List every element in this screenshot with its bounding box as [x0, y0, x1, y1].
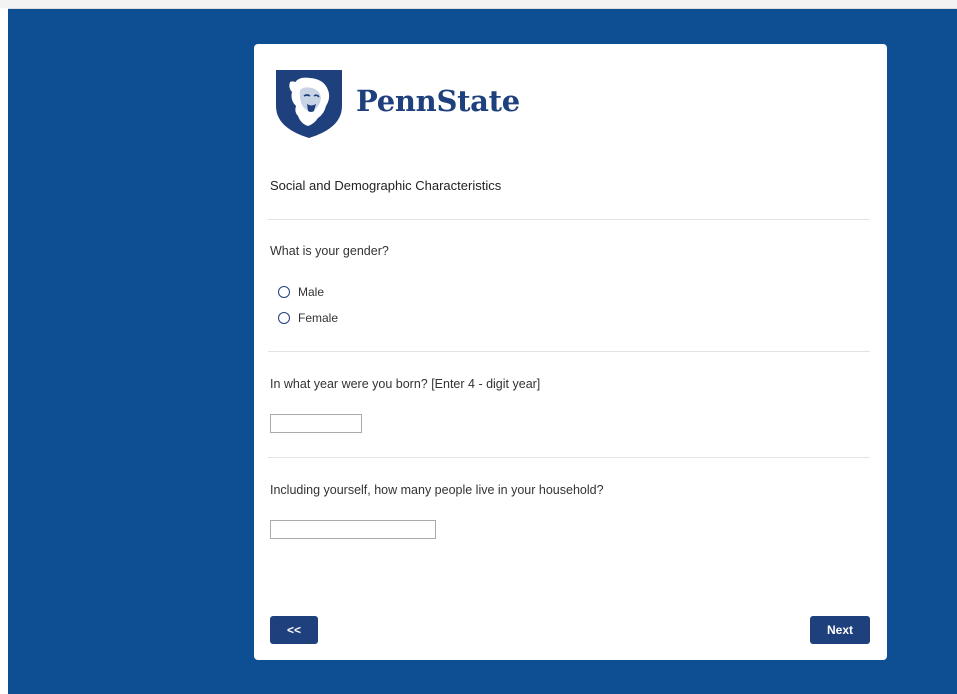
- radio-button-icon[interactable]: [278, 312, 290, 324]
- question-gender-label: What is your gender?: [270, 244, 389, 258]
- browser-left-strip: [0, 8, 8, 694]
- household-size-input[interactable]: [270, 520, 436, 539]
- radio-option-female[interactable]: Female: [278, 311, 338, 325]
- radio-label-male: Male: [298, 285, 325, 299]
- browser-top-strip: [0, 0, 957, 9]
- radio-label-female: Female: [298, 311, 339, 325]
- survey-card: PennState Social and Demographic Charact…: [254, 44, 887, 660]
- radio-button-icon[interactable]: [278, 286, 290, 298]
- nittany-lion-shield-icon: [276, 70, 342, 138]
- logo-wordmark: PennState: [356, 84, 520, 118]
- pennstate-logo: PennState: [274, 66, 520, 140]
- divider: [268, 219, 870, 220]
- birth-year-input[interactable]: [270, 414, 362, 433]
- question-birth-year-label: In what year were you born? [Enter 4 - d…: [270, 377, 541, 391]
- radio-option-male[interactable]: Male: [278, 285, 324, 299]
- divider: [268, 457, 870, 458]
- section-title: Social and Demographic Characteristics: [270, 178, 502, 193]
- question-household-size-label: Including yourself, how many people live…: [270, 483, 604, 497]
- next-button[interactable]: Next: [810, 616, 870, 644]
- divider: [268, 351, 870, 352]
- previous-button[interactable]: <<: [270, 616, 318, 644]
